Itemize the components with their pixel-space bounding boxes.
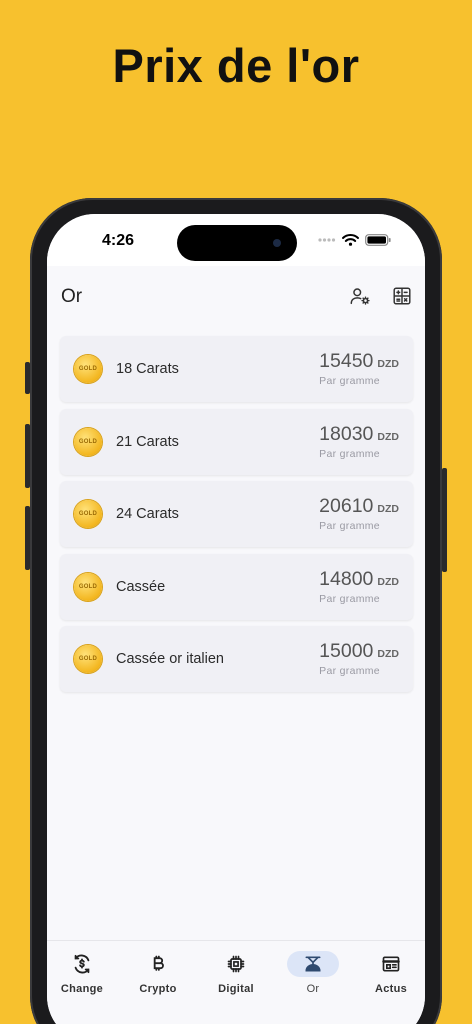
gold-item-price-block: 15450 DZD Par gramme [319,350,399,387]
user-settings-icon[interactable] [349,285,371,307]
tab-or[interactable]: Or [278,951,348,1007]
gold-item-cassee[interactable]: GOLD Cassée 14800 DZD Par gramme [60,553,413,620]
gold-item-name: Cassée [116,578,166,595]
gold-coin-icon: GOLD [74,427,102,456]
gold-item-currency: DZD [377,648,399,660]
phone-power-button [442,468,447,572]
gold-item-24-carats[interactable]: GOLD 24 Carats 20610 DZD Par gramme [60,481,413,547]
promo-headline: Prix de l'or [112,39,360,92]
gold-item-price: 15000 [319,640,374,662]
gold-item-unit: Par gramme [319,375,380,387]
gold-item-price: 20610 [319,495,374,517]
gold-item-currency: DZD [377,503,399,515]
gold-item-price: 18030 [319,422,374,445]
gold-item-price: 15450 [319,350,374,372]
calculator-icon[interactable] [391,285,413,307]
gold-item-price-block: 18030 DZD Par gramme [319,423,399,460]
page-title: Or [61,286,83,307]
scale-icon [305,956,321,972]
gold-item-price-block: 14800 DZD Par gramme [319,568,399,605]
gold-item-unit: Par gramme [319,447,380,460]
battery-icon [365,234,391,246]
gold-item-21-carats[interactable]: GOLD 21 Carats 18030 DZD Par gramme [60,408,413,475]
status-time: 4:26 [102,232,135,249]
tab-actus[interactable]: Actus [356,951,425,1007]
gold-item-price-block: 15000 DZD Par gramme [319,640,399,677]
phone-screen: 4:26 Or GOLD 18 Carats 15450 DZD Par gra… [47,214,425,1024]
tab-change[interactable]: Change [47,951,117,1007]
gold-item-price: 14800 [319,567,374,590]
chip-icon [227,955,245,973]
tab-label: Actus [374,983,408,995]
tab-label: Digital [218,983,254,995]
bottom-tab-bar: Change Crypto Digital Or Actus [47,940,425,1010]
wifi-icon [342,234,359,246]
gold-coin-icon: GOLD [74,572,102,601]
currency-exchange-icon [74,954,90,974]
gold-coin-icon: GOLD [74,355,102,383]
gold-item-unit: Par gramme [319,520,380,532]
gold-item-name: Cassée or italien [116,651,224,667]
gold-price-list: GOLD 18 Carats 15450 DZD Par gramme GOLD… [60,336,413,699]
bitcoin-icon [153,955,164,971]
gold-item-name: 24 Carats [116,506,179,522]
tab-label: Crypto [139,983,177,995]
gold-item-currency: DZD [377,358,399,370]
gold-item-18-carats[interactable]: GOLD 18 Carats 15450 DZD Par gramme [60,336,413,402]
app-header: Or [47,266,425,328]
tab-crypto[interactable]: Crypto [123,951,193,1007]
status-bar: 4:26 [47,214,425,266]
status-icons [318,234,391,246]
gold-item-price-block: 20610 DZD Par gramme [319,495,399,532]
gold-item-name: 21 Carats [116,433,179,450]
camera-icon [273,239,281,247]
gold-item-unit: Par gramme [319,592,380,605]
signal-icon [318,238,336,242]
gold-item-currency: DZD [377,575,399,588]
home-indicator-area [47,1010,425,1024]
newspaper-icon [382,956,400,972]
tab-label: Or [306,983,320,995]
gold-coin-icon: GOLD [74,645,102,673]
gold-item-name: 18 Carats [116,361,179,377]
gold-item-cassee-or-italien[interactable]: GOLD Cassée or italien 15000 DZD Par gra… [60,626,413,692]
gold-coin-icon: GOLD [74,500,102,528]
tab-label: Change [60,983,104,995]
gold-item-unit: Par gramme [319,665,380,677]
dynamic-island [177,225,297,261]
gold-item-currency: DZD [377,430,399,443]
tab-digital[interactable]: Digital [201,951,271,1007]
